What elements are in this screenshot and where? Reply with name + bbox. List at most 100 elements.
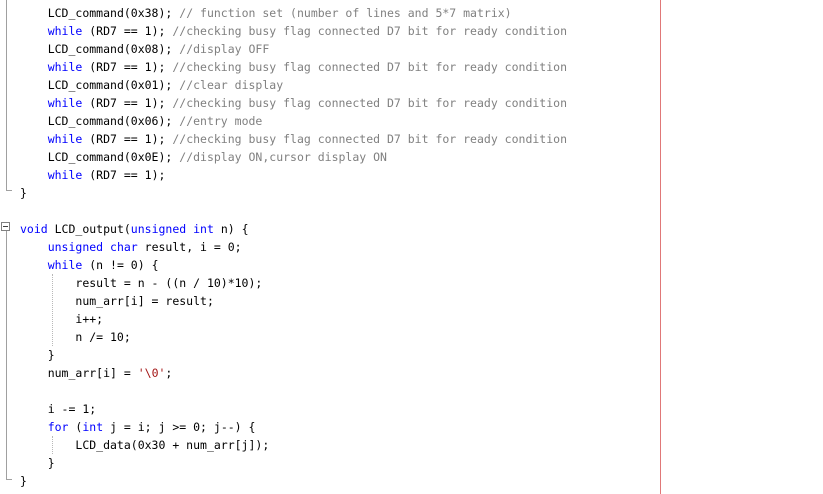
code-token: i++; [75,312,104,326]
code-token: n) { [213,222,249,236]
code-line[interactable]: i -= 1; [20,400,96,418]
fold-line-block-2 [6,231,7,479]
comment-token: //checking busy flag connected D7 bit fo… [172,24,567,38]
code-line[interactable]: } [20,346,55,364]
code-token: LCD_command(0x38); [47,6,180,20]
fold-collapse-icon[interactable] [1,222,10,231]
code-line[interactable]: void LCD_output(unsigned int n) { [20,220,249,238]
code-line[interactable]: while (RD7 == 1); //checking busy flag c… [20,58,567,76]
keyword-token: while [47,60,83,74]
comment-token: //checking busy flag connected D7 bit fo… [172,60,567,74]
keyword-token: for [47,420,69,434]
keyword-token: while [47,96,83,110]
code-line[interactable]: num_arr[i] = '\0'; [20,364,173,382]
code-token: } [47,456,55,470]
code-token: num_arr[i] = result; [75,294,214,308]
code-line[interactable]: LCD_command(0x01); //clear display [20,76,283,94]
code-token: result = n - ((n / 10)*10); [75,276,263,290]
code-line[interactable]: } [20,184,27,202]
code-line[interactable]: result = n - ((n / 10)*10); [20,274,262,292]
keyword-token: while [47,132,83,146]
code-token: j = i; j >= 0; j--) { [103,420,256,434]
code-token: (RD7 == 1); [82,60,173,74]
code-token: } [20,186,27,200]
code-token: LCD_command(0x06); [47,114,180,128]
code-token: i -= 1; [47,402,97,416]
code-line[interactable]: while (n != 0) { [20,256,159,274]
code-token: LCD_command(0x01); [47,78,180,92]
code-token: LCD_output( [47,222,131,236]
fold-line-block-1 [6,0,7,190]
code-line[interactable]: unsigned char result, i = 0; [20,238,242,256]
fold-end-marker [6,479,12,480]
code-line[interactable]: LCD_command(0x38); // function set (numb… [20,4,512,22]
string-token: '\0' [137,366,166,380]
right-margin-guide [660,0,661,494]
code-token: ( [68,420,83,434]
keyword-token: void [20,222,48,236]
code-line[interactable]: i++; [20,310,103,328]
code-line[interactable]: } [20,472,27,490]
code-token: LCD_data(0x30 + num_arr[j]); [75,438,270,452]
code-line[interactable]: LCD_data(0x30 + num_arr[j]); [20,436,269,454]
code-token: (RD7 == 1); [82,132,173,146]
code-line[interactable]: for (int j = i; j >= 0; j--) { [20,418,256,436]
comment-token: //entry mode [179,114,263,128]
code-line[interactable]: while (RD7 == 1); //checking busy flag c… [20,94,567,112]
keyword-token: while [47,258,83,272]
keyword-token: int [82,420,104,434]
code-token: result, i = 0; [137,240,242,254]
code-editor[interactable]: LCD_command(0x38); // function set (numb… [0,0,823,494]
keyword-token: int [193,222,214,236]
code-token: (RD7 == 1); [82,168,166,182]
code-line[interactable]: while (RD7 == 1); [20,166,166,184]
keyword-token: unsigned [130,222,187,236]
code-line[interactable]: LCD_command(0x08); //display OFF [20,40,270,58]
code-token: } [47,348,55,362]
code-line[interactable]: } [20,454,55,472]
comment-token: //clear display [179,78,284,92]
keyword-token: while [47,168,83,182]
code-line[interactable]: LCD_command(0x0E); //display ON,cursor d… [20,148,387,166]
code-line[interactable]: while (RD7 == 1); //checking busy flag c… [20,22,567,40]
code-token: LCD_command(0x08); [47,42,180,56]
comment-token: //checking busy flag connected D7 bit fo… [172,132,567,146]
code-token: (RD7 == 1); [82,24,173,38]
code-token: n /= 10; [75,330,131,344]
code-line[interactable]: num_arr[i] = result; [20,292,214,310]
comment-token: //display OFF [179,42,270,56]
code-token: ; [165,366,173,380]
code-token: } [20,474,27,488]
code-token: LCD_command(0x0E); [47,150,180,164]
code-line[interactable]: n /= 10; [20,328,131,346]
comment-token: //display ON,cursor display ON [179,150,387,164]
keyword-token: char [110,240,138,254]
code-line[interactable]: while (RD7 == 1); //checking busy flag c… [20,130,567,148]
keyword-token: unsigned [47,240,104,254]
comment-token: // function set (number of lines and 5*7… [179,6,512,20]
comment-token: //checking busy flag connected D7 bit fo… [172,96,567,110]
code-line[interactable]: LCD_command(0x06); //entry mode [20,112,263,130]
code-token: num_arr[i] = [47,366,138,380]
fold-end-marker [6,190,12,191]
code-token: (RD7 == 1); [82,96,173,110]
